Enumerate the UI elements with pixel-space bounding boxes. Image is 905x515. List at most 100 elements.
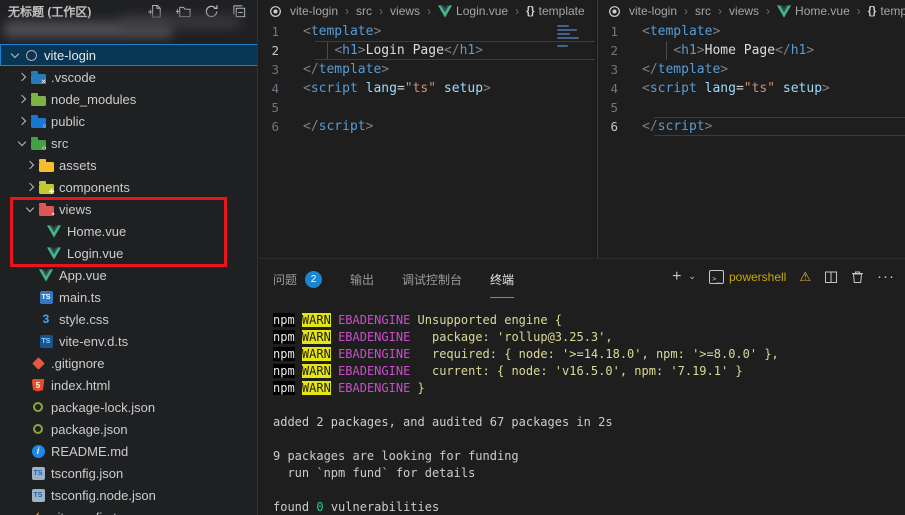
tree-item-login-vue[interactable]: Login.vue — [0, 242, 257, 264]
line-number: 2 — [610, 43, 618, 58]
breadcrumb-item[interactable]: vite-login — [629, 4, 677, 18]
tree-item-main-ts[interactable]: TS main.ts — [0, 286, 257, 308]
tree-item--gitignore[interactable]: .gitignore — [0, 352, 257, 374]
vue-icon — [38, 267, 54, 283]
terminal-shell-item[interactable]: >_ powershell — [708, 269, 786, 284]
chevron-down-icon[interactable] — [22, 198, 38, 220]
terminal-segment: WARN — [301, 330, 331, 344]
tree-item-package-lock-json[interactable]: package-lock.json — [0, 396, 257, 418]
breadcrumb-item[interactable]: src — [695, 4, 711, 18]
code-token: < — [334, 43, 343, 58]
chevron-right-icon[interactable] — [14, 66, 30, 88]
warning-icon[interactable]: ⚠ — [799, 269, 811, 285]
breadcrumb-item[interactable]: Home.vue — [777, 4, 850, 18]
panel-tab-终端[interactable]: 终端 — [490, 260, 515, 298]
vscode-window: 无标题 (工作区) vite-login ✕ .vscode node_modules… — [0, 0, 905, 515]
breadcrumb-item[interactable]: src — [356, 4, 372, 18]
tree-item-public[interactable]: ○ public — [0, 110, 257, 132]
chevron-down-icon[interactable] — [7, 44, 23, 66]
tree-item-tsconfig-node-json[interactable]: TS tsconfig.node.json — [0, 484, 257, 506]
tree-item-vite-config-ts[interactable]: vite.config.ts — [0, 506, 257, 515]
code-token: script — [649, 81, 697, 96]
breadcrumb-separator-icon: › — [684, 4, 689, 18]
tree-item-label: package.json — [51, 421, 128, 437]
vue-icon — [777, 4, 792, 18]
kill-terminal-trash-icon[interactable] — [851, 270, 864, 284]
code-token: > — [373, 24, 382, 39]
more-actions-icon[interactable]: ··· — [877, 268, 895, 285]
explorer-sidebar: 无标题 (工作区) vite-login ✕ .vscode node_modules… — [0, 0, 258, 515]
tree-item-app-vue[interactable]: App.vue — [0, 264, 257, 286]
editor-pane-home[interactable]: vite-login›src›views›Home.vue›{}template… — [598, 0, 905, 258]
ts-def-icon: TS — [38, 333, 54, 349]
terminal-picker-chevron-icon[interactable]: ⌄ — [688, 271, 696, 282]
chevron-down-icon[interactable] — [14, 132, 30, 154]
code-editor-login-editor[interactable]: 1 < template >2 < h1 > Login Page </h1 >3 </templ… — [259, 22, 595, 136]
terminal-segment: required: { node: '>=14.18.0', npm: '>=8… — [410, 347, 779, 361]
breadcrumb-item-label: Login.vue — [456, 4, 509, 18]
line-number: 3 — [610, 62, 618, 77]
breadcrumb-item[interactable]: {}template — [526, 4, 585, 18]
breadcrumb-item[interactable]: views — [729, 4, 759, 18]
code-token: </ — [642, 62, 658, 77]
terminal-segment — [331, 330, 338, 344]
terminal-segment: 9 packages are looking for funding — [273, 449, 519, 463]
tree-item-style-css[interactable]: 3 style.css — [0, 308, 257, 330]
code-token: </ — [303, 119, 319, 134]
breadcrumb: vite-login › src › views › Login.vue › {} templat… — [259, 0, 595, 22]
tree-item-assets[interactable]: assets — [0, 154, 257, 176]
tree-item-index-html[interactable]: 5 index.html — [0, 374, 257, 396]
tree-item-node-modules[interactable]: node_modules — [0, 88, 257, 110]
tree-item-vite-login[interactable]: vite-login — [0, 44, 257, 66]
tree-item-home-vue[interactable]: Home.vue — [0, 220, 257, 242]
tree-item-readme-md[interactable]: i README.md — [0, 440, 257, 462]
new-terminal-icon[interactable]: + — [672, 268, 681, 284]
code-editor-home-editor[interactable]: 1 < template >2 < h1 > Home Page </h1 >3 </templa… — [598, 22, 905, 136]
breadcrumb-separator-icon: › — [515, 4, 520, 18]
code-token: > — [475, 43, 484, 58]
breadcrumb-item[interactable]: views — [390, 4, 420, 18]
src-folder-icon: ‹› — [30, 135, 47, 152]
chevron-right-icon[interactable] — [22, 154, 38, 176]
assets-folder-icon — [38, 157, 54, 173]
tree-item-tsconfig-json[interactable]: TS tsconfig.json — [0, 462, 257, 484]
panel-tab-调试控制台[interactable]: 调试控制台 — [402, 260, 462, 298]
breadcrumb-item[interactable]: Login.vue — [438, 4, 508, 18]
radio-circle-icon — [269, 5, 282, 18]
line-number: 2 — [271, 43, 279, 58]
minimap[interactable] — [557, 25, 582, 49]
chevron-right-icon[interactable] — [14, 88, 30, 110]
tree-item-label: vite.config.ts — [51, 510, 123, 515]
tree-item-vite-env-d-ts[interactable]: TS vite-env.d.ts — [0, 330, 257, 352]
tree-item--vscode[interactable]: ✕ .vscode — [0, 66, 257, 88]
terminal-segment: WARN — [301, 364, 331, 378]
tree-item-label: index.html — [51, 377, 111, 393]
breadcrumb-item[interactable]: {}template — [868, 4, 905, 18]
tree-item-src[interactable]: ‹› src — [0, 132, 257, 154]
tree-item-package-json[interactable]: package.json — [0, 418, 257, 440]
terminal-line: npm WARN EBADENGINE } — [273, 380, 905, 397]
html-icon: 5 — [30, 377, 46, 393]
split-terminal-icon[interactable] — [824, 270, 838, 284]
code-token: > — [712, 24, 721, 39]
workspace-circle-icon — [23, 47, 39, 63]
terminal-output[interactable]: npm WARN EBADENGINE Unsupported engine {… — [259, 299, 905, 515]
panel-tab-输出[interactable]: 输出 — [350, 260, 374, 298]
tree-item-label: App.vue — [59, 267, 107, 283]
code-token: < — [303, 81, 311, 96]
tree-item-label: README.md — [51, 443, 129, 459]
line-number: 3 — [271, 62, 279, 77]
breadcrumb-item[interactable]: vite-login — [290, 4, 338, 18]
code-token: "ts" — [404, 81, 437, 96]
tree-item-components[interactable]: ✚ components — [0, 176, 257, 198]
tree-item-label: tsconfig.json — [51, 465, 124, 481]
chevron-right-icon[interactable] — [22, 176, 38, 198]
line-number: 6 — [271, 119, 279, 134]
tree-item-views[interactable]: ▪ views — [0, 198, 257, 220]
panel-tab-问题[interactable]: 问题 2 — [273, 260, 323, 298]
chevron-right-icon[interactable] — [14, 110, 30, 132]
tree-item-label: vite-login — [44, 47, 97, 63]
editor-pane-login[interactable]: vite-login › src › views › Login.vue ›{} templat… — [259, 0, 595, 258]
